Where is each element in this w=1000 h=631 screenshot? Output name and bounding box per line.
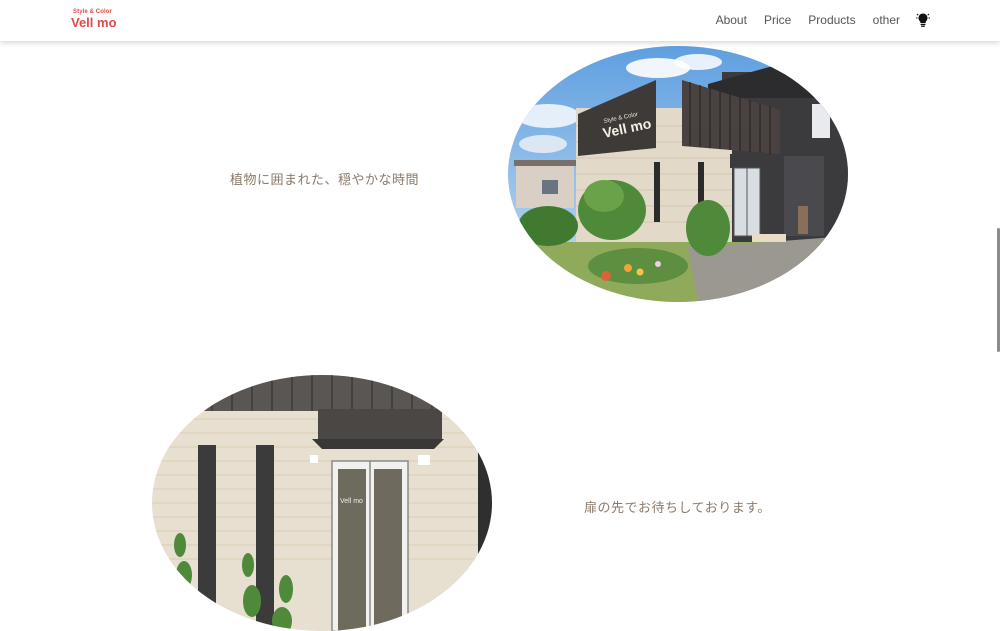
nav-about[interactable]: About [716,13,747,27]
nav-products[interactable]: Products [808,13,855,27]
main-nav: About Price Products other [699,12,930,28]
nav-other[interactable]: other [873,13,900,27]
entrance-photo: Vell mo [152,375,492,631]
logo-name: Vell mo [71,15,117,30]
site-logo[interactable]: Style & Color Vell mo [71,9,117,29]
storefront-photo: Style & Color Vell mo [508,46,848,302]
section-1-caption: 植物に囲まれた、穏やかな時間 [230,172,420,187]
nav-price[interactable]: Price [764,13,791,27]
svg-text:Vell mo: Vell mo [340,498,363,505]
lightbulb-icon[interactable] [916,12,930,28]
site-header: Style & Color Vell mo About Price Produc… [0,0,1000,41]
section-2-caption: 扉の先でお待ちしております。 [584,500,771,515]
